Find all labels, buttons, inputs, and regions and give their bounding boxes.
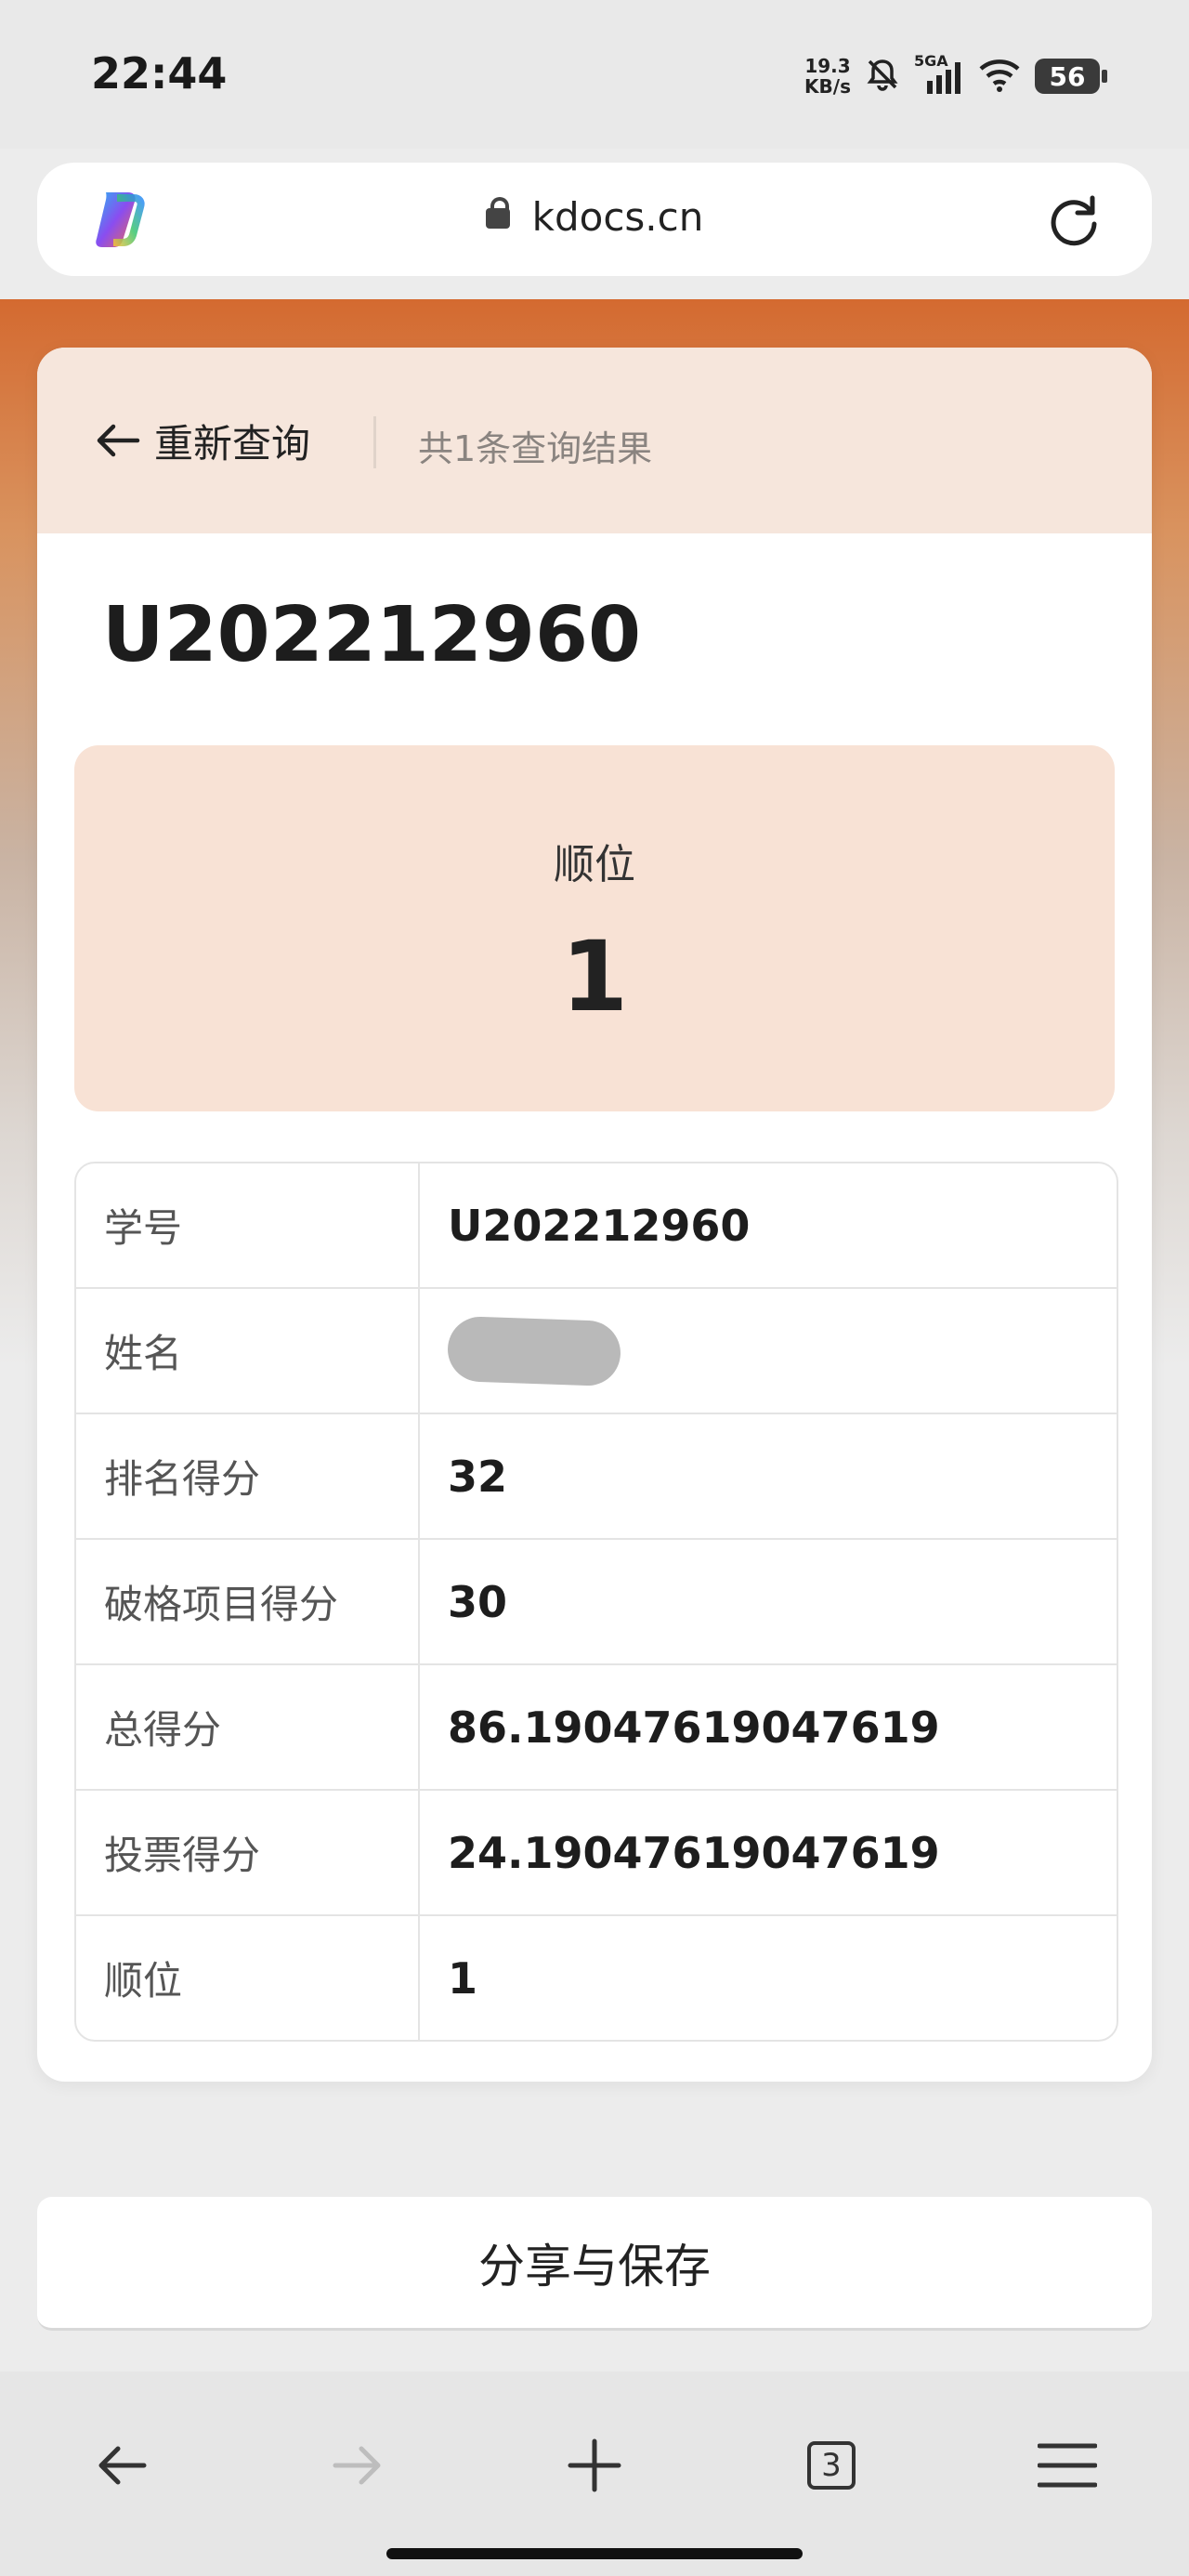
table-row: 总得分 86.19047619047619 xyxy=(76,1663,1117,1789)
signal-icon: 5GA xyxy=(914,52,964,99)
net-speed-value: 19.3 xyxy=(804,55,851,77)
lock-icon xyxy=(485,197,510,229)
row-value-name xyxy=(420,1289,1117,1413)
table-row: 排名得分 32 xyxy=(76,1413,1117,1538)
menu-button[interactable] xyxy=(1026,2424,1109,2507)
home-indicator[interactable] xyxy=(386,2548,803,2559)
menu-icon xyxy=(1038,2443,1097,2488)
wifi-icon xyxy=(977,56,1022,97)
status-bar: 22:44 19.3 KB/s 5GA 56 xyxy=(0,0,1189,149)
network-type: 5GA xyxy=(914,53,948,70)
battery-icon: 56 xyxy=(1035,59,1107,94)
browser-bottom-bar: 3 xyxy=(0,2372,1189,2576)
nav-back-button[interactable] xyxy=(80,2424,163,2507)
row-label-rank-score: 排名得分 xyxy=(76,1414,420,1538)
url-text: kdocs.cn xyxy=(531,194,704,240)
row-label-exception-score: 破格项目得分 xyxy=(76,1540,420,1663)
table-row: 姓名 xyxy=(76,1287,1117,1413)
detail-table: 学号 U202212960 姓名 排名得分 32 破格项目得分 30 总得分 8… xyxy=(74,1162,1118,2042)
row-value-vote-score: 24.19047619047619 xyxy=(448,1827,940,1878)
url-display[interactable]: kdocs.cn xyxy=(37,194,1152,240)
new-tab-button[interactable] xyxy=(553,2424,636,2507)
back-arrow-icon xyxy=(97,424,140,457)
table-row: 投票得分 24.19047619047619 xyxy=(76,1789,1117,1914)
reload-icon[interactable] xyxy=(1044,191,1104,250)
row-value-student-id: U202212960 xyxy=(448,1200,751,1251)
rank-label: 顺位 xyxy=(554,841,635,888)
share-save-button[interactable]: 分享与保存 xyxy=(37,2197,1152,2331)
tabs-icon: 3 xyxy=(807,2441,856,2490)
table-row: 破格项目得分 30 xyxy=(76,1538,1117,1663)
tabs-button[interactable]: 3 xyxy=(790,2424,873,2507)
address-bar[interactable]: kdocs.cn xyxy=(37,163,1152,276)
card-header: 重新查询 共1条查询结果 xyxy=(37,348,1152,533)
row-value-rank: 1 xyxy=(448,1952,478,2004)
row-label-rank: 顺位 xyxy=(76,1916,420,2040)
rank-highlight: 顺位 1 xyxy=(74,745,1115,1111)
requery-label: 重新查询 xyxy=(154,420,311,467)
table-row: 顺位 1 xyxy=(76,1914,1117,2040)
nav-forward-button[interactable] xyxy=(316,2424,399,2507)
back-arrow-icon xyxy=(98,2446,147,2485)
plus-icon xyxy=(568,2438,621,2492)
requery-button[interactable]: 重新查询 xyxy=(95,413,310,468)
row-value-exception-score: 30 xyxy=(448,1576,508,1627)
row-label-total-score: 总得分 xyxy=(76,1665,420,1789)
table-row: 学号 U202212960 xyxy=(76,1163,1117,1287)
result-count: 共1条查询结果 xyxy=(418,428,653,469)
redacted-name xyxy=(446,1315,622,1387)
status-time: 22:44 xyxy=(91,48,228,99)
row-label-vote-score: 投票得分 xyxy=(76,1791,420,1914)
mute-icon xyxy=(864,56,901,97)
net-speed-unit: KB/s xyxy=(804,75,851,98)
row-value-total-score: 86.19047619047619 xyxy=(448,1702,940,1753)
rank-value: 1 xyxy=(560,920,629,1033)
row-label-student-id: 学号 xyxy=(76,1163,420,1287)
row-label-name: 姓名 xyxy=(76,1289,420,1413)
forward-arrow-icon xyxy=(333,2446,381,2485)
status-icons: 19.3 KB/s 5GA 56 xyxy=(804,48,1107,104)
row-value-rank-score: 32 xyxy=(448,1451,508,1502)
record-title: U202212960 xyxy=(102,591,642,679)
result-card: 重新查询 共1条查询结果 U202212960 顺位 1 学号 U2022129… xyxy=(37,348,1152,2082)
net-speed: 19.3 KB/s xyxy=(804,56,851,97)
header-divider xyxy=(373,416,376,468)
